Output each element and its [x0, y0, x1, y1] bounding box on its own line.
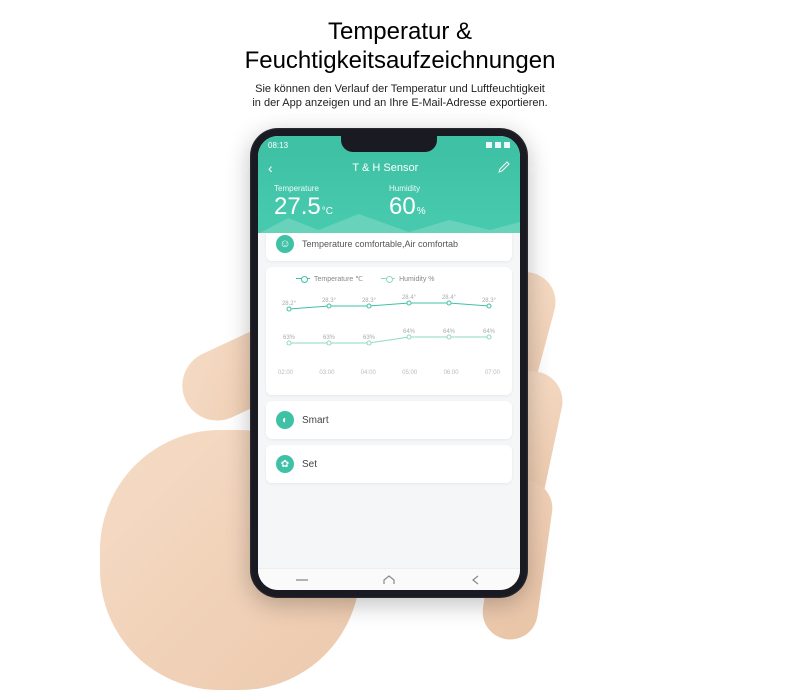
svg-text:28.3°: 28.3° — [362, 298, 377, 304]
android-nav-bar — [258, 568, 520, 590]
battery-icon — [504, 142, 510, 148]
smart-label: Smart — [302, 415, 329, 426]
title-line-1: Temperatur & — [328, 18, 472, 45]
nav-back-icon[interactable] — [469, 575, 483, 585]
svg-text:28.4°: 28.4° — [442, 295, 457, 301]
marketing-subtitle: Sie können den Verlauf der Temperatur un… — [0, 82, 800, 111]
edit-button[interactable] — [498, 161, 510, 176]
nav-home-icon[interactable] — [382, 575, 396, 585]
svg-text:63%: 63% — [323, 335, 336, 341]
marketing-header: Temperatur & Feuchtigkeitsaufzeichnungen… — [0, 0, 800, 110]
chart-svg: 28.2° 28.3° 28.3° 28.4° 28.4° 28.3° 63% 63% 63% 6… — [276, 289, 502, 363]
pencil-icon — [498, 161, 510, 173]
marketing-title: Temperatur & Feuchtigkeitsaufzeichnungen — [0, 18, 800, 76]
svg-text:63%: 63% — [283, 335, 296, 341]
nav-recent-icon[interactable] — [295, 575, 309, 585]
phone-screen: 08:13 ‹ T & H Sensor Temperature 27.5°C — [258, 136, 520, 590]
humidity-label: Humidity — [389, 184, 504, 193]
wifi-icon — [495, 142, 501, 148]
sub-line-2: in der App anzeigen und an Ihre E-Mail-A… — [252, 97, 547, 109]
legend-temperature: Temperature ℃ — [296, 275, 363, 283]
app-header: ‹ T & H Sensor Temperature 27.5°C Humidi… — [258, 154, 520, 233]
comfort-status-text: Temperature comfortable,Air comfortab — [302, 239, 458, 249]
app-header-title: T & H Sensor — [352, 162, 418, 174]
svg-text:28.2°: 28.2° — [282, 301, 297, 307]
status-icons — [486, 142, 510, 148]
title-line-2: Feuchtigkeitsaufzeichnungen — [245, 47, 556, 74]
set-label: Set — [302, 459, 317, 470]
status-time: 08:13 — [268, 141, 288, 150]
set-row[interactable]: ✿ Set — [266, 445, 512, 483]
svg-text:63%: 63% — [363, 335, 376, 341]
svg-text:64%: 64% — [443, 329, 456, 335]
mountain-decoration — [258, 212, 520, 234]
legend-humidity: Humidity % — [381, 275, 434, 283]
svg-text:28.4°: 28.4° — [402, 295, 417, 301]
signal-icon — [486, 142, 492, 148]
legend-temperature-label: Temperature ℃ — [314, 275, 363, 283]
chart-x-axis: 02:0003:0004:0005:0006:0007:00 — [276, 370, 502, 376]
phone-notch — [341, 136, 437, 152]
sub-line-1: Sie können den Verlauf der Temperatur un… — [255, 83, 545, 95]
temperature-label: Temperature — [274, 184, 389, 193]
chart-legend: Temperature ℃ Humidity % — [276, 275, 502, 283]
phone-frame: 08:13 ‹ T & H Sensor Temperature 27.5°C — [250, 128, 528, 598]
back-button[interactable]: ‹ — [268, 160, 273, 176]
svg-text:28.3°: 28.3° — [322, 298, 337, 304]
gear-icon: ✿ — [276, 455, 294, 473]
svg-text:64%: 64% — [483, 329, 496, 335]
chart-card: Temperature ℃ Humidity % 28.2° 28.3° 28.3°… — [266, 267, 512, 395]
svg-text:28.3°: 28.3° — [482, 298, 497, 304]
smart-row[interactable]: ◐ Smart — [266, 401, 512, 439]
smiley-icon: ☺ — [276, 235, 294, 253]
chart-area: 28.2° 28.3° 28.3° 28.4° 28.4° 28.3° 63% 63% 63% 6… — [276, 289, 502, 389]
smart-icon: ◐ — [276, 411, 294, 429]
legend-humidity-label: Humidity % — [399, 276, 434, 283]
svg-text:64%: 64% — [403, 329, 416, 335]
